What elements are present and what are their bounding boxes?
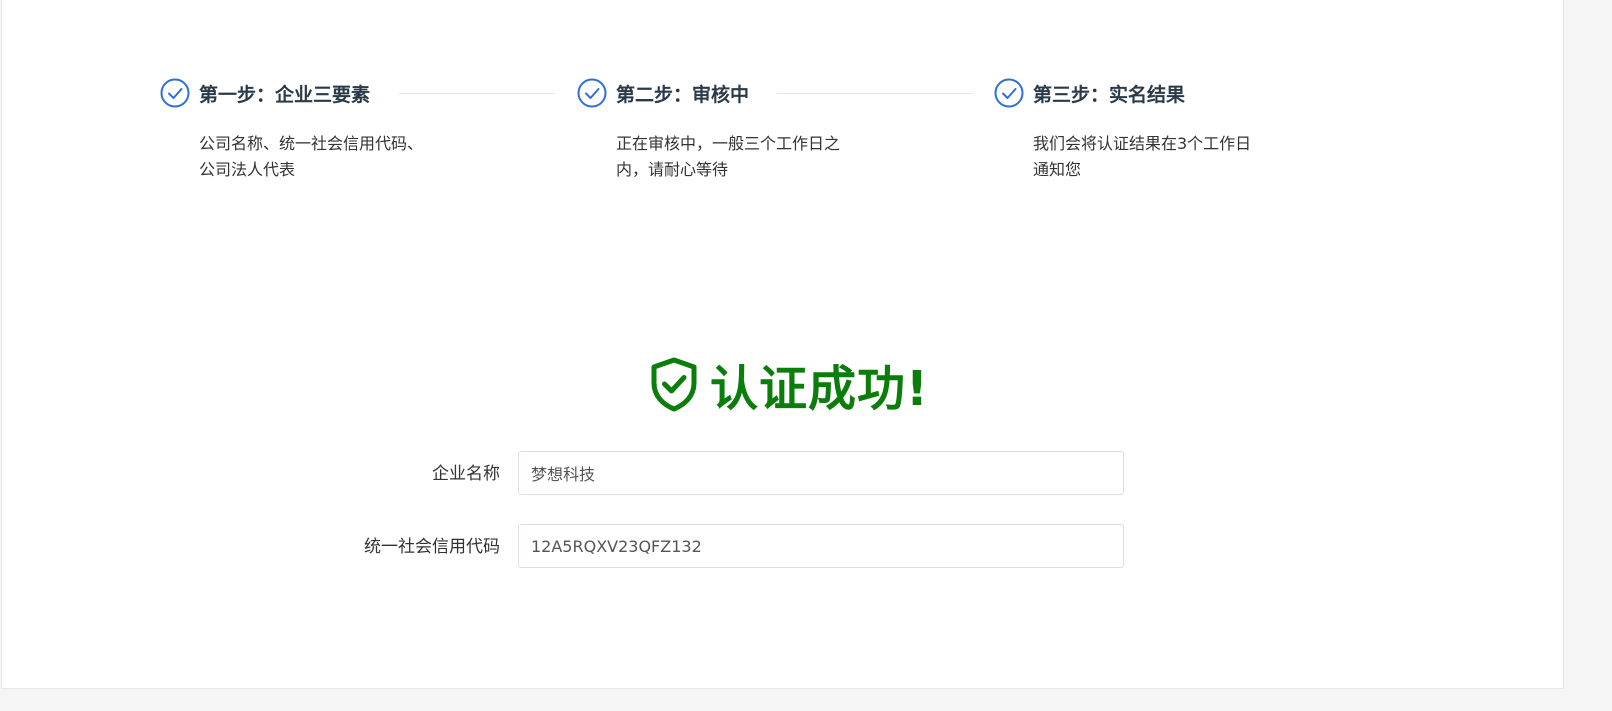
verification-panel: 第一步：企业三要素 公司名称、统一社会信用代码、 公司法人代表 第二步：审核中 … [1,0,1564,689]
step-3-desc-line-2: 通知您 [1033,160,1082,179]
step-2-desc-line-2: 内，请耐心等待 [616,160,729,179]
step-1-description: 公司名称、统一社会信用代码、 公司法人代表 [199,131,449,183]
company-name-input[interactable] [518,451,1124,495]
step-2-connector [777,93,973,94]
step-2-desc-line-1: 正在审核中，一般三个工作日之 [616,134,841,153]
success-message: 认证成功! [710,361,929,417]
step-2-description: 正在审核中，一般三个工作日之 内，请耐心等待 [616,131,866,183]
step-3-desc-line-1: 我们会将认证结果在3个工作日 [1033,134,1252,153]
check-circle-icon [160,78,190,108]
step-2-title: 第二步：审核中 [616,83,750,106]
step-3: 第三步：实名结果 我们会将认证结果在3个工作日 通知您 [994,78,1251,179]
step-1-title: 第一步：企业三要素 [199,83,371,106]
step-1-desc-line-1: 公司名称、统一社会信用代码、 [199,134,424,153]
step-1: 第一步：企业三要素 公司名称、统一社会信用代码、 公司法人代表 [160,78,555,179]
credit-code-label: 统一社会信用代码 [364,537,500,557]
step-3-description: 我们会将认证结果在3个工作日 通知您 [1033,131,1283,183]
step-1-connector [399,93,555,94]
company-name-label: 企业名称 [432,464,500,484]
credit-code-input[interactable] [518,524,1124,568]
step-2-header: 第二步：审核中 [577,78,749,108]
shield-check-icon [648,356,700,412]
credit-code-row: 统一社会信用代码 [342,524,1126,570]
step-1-header: 第一步：企业三要素 [160,78,370,108]
step-3-header: 第三步：实名结果 [994,78,1185,108]
company-name-row: 企业名称 [342,451,1126,497]
step-3-title: 第三步：实名结果 [1033,83,1186,106]
check-circle-icon [994,78,1024,108]
verification-success-banner: 认证成功! [648,352,929,417]
step-1-desc-line-2: 公司法人代表 [199,160,296,179]
step-2: 第二步：审核中 正在审核中，一般三个工作日之 内，请耐心等待 [577,78,973,179]
check-circle-icon [577,78,607,108]
